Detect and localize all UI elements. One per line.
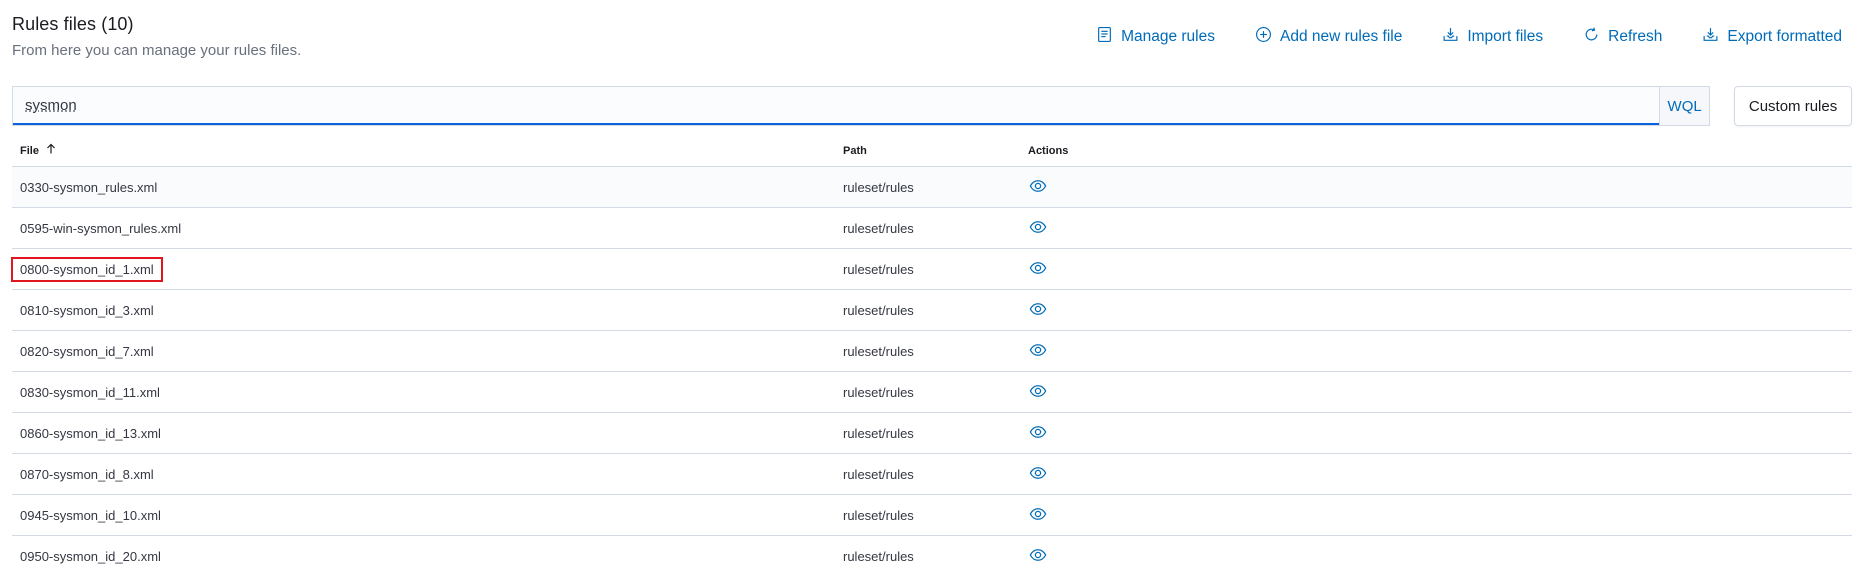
file-cell: 0800-sysmon_id_1.xml <box>11 256 843 282</box>
table-row[interactable]: 0945-sysmon_id_10.xml ruleset/rules <box>12 495 1852 536</box>
file-name: 0330-sysmon_rules.xml <box>20 179 158 195</box>
path-cell: ruleset/rules <box>843 343 914 359</box>
file-name: 0830-sysmon_id_11.xml <box>20 384 160 400</box>
file-name: 0950-sysmon_id_20.xml <box>20 548 161 564</box>
export-icon <box>1702 26 1719 48</box>
view-eye-icon[interactable] <box>1028 299 1048 319</box>
view-eye-icon[interactable] <box>1028 422 1048 442</box>
rules-files-table: File Path Actions 0330-sysmon_rules.xmlr… <box>11 135 1852 576</box>
actions-cell <box>1028 258 1852 280</box>
search-input[interactable] <box>13 87 1660 125</box>
page-subtitle: From here you can manage your rules file… <box>12 42 302 59</box>
column-header-file-label: File <box>20 144 39 157</box>
document-list-icon <box>1096 26 1113 48</box>
import-files-button[interactable]: Import files <box>1442 26 1543 48</box>
actions-cell <box>1028 504 1852 526</box>
page-title: Rules files (10) <box>12 14 134 34</box>
plus-circle-icon <box>1255 26 1272 48</box>
wql-button[interactable]: WQL <box>1659 87 1710 125</box>
column-header-file[interactable]: File <box>12 143 843 158</box>
actions-cell <box>1028 381 1852 403</box>
refresh-icon <box>1583 26 1600 48</box>
table-row[interactable]: 0595-win-sysmon_rules.xml ruleset/rules <box>12 208 1852 249</box>
actions-cell <box>1028 176 1852 198</box>
actions-cell <box>1028 340 1852 362</box>
table-row[interactable]: 0800-sysmon_id_1.xml ruleset/rules <box>11 249 1852 290</box>
search-bar: WQL <box>12 86 1711 126</box>
table-row[interactable]: 0860-sysmon_id_13.xml ruleset/rules <box>12 413 1852 454</box>
file-cell: 0595-win-sysmon_rules.xml <box>12 218 843 239</box>
path-cell: ruleset/rules <box>843 548 914 564</box>
table-row[interactable]: 0820-sysmon_id_7.xml ruleset/rules <box>12 331 1852 372</box>
path-cell: ruleset/rules <box>843 507 914 523</box>
path-cell: ruleset/rules <box>843 261 914 277</box>
file-name: 0870-sysmon_id_8.xml <box>20 466 154 482</box>
table-row[interactable]: 0830-sysmon_id_11.xml ruleset/rules <box>12 372 1852 413</box>
view-eye-icon[interactable] <box>1028 504 1048 524</box>
page-header: Rules files (10) From here you can manag… <box>12 0 1852 86</box>
column-header-actions: Actions <box>1028 144 1069 157</box>
actions-cell <box>1028 545 1852 567</box>
export-formatted-button[interactable]: Export formatted <box>1702 26 1842 48</box>
actions-cell <box>1028 299 1852 321</box>
table-row[interactable]: 0870-sysmon_id_8.xml ruleset/rules <box>12 454 1852 495</box>
file-cell: 0945-sysmon_id_10.xml <box>12 505 843 526</box>
file-cell: 0810-sysmon_id_3.xml <box>12 300 843 321</box>
path-cell: ruleset/rules <box>843 466 914 482</box>
refresh-label: Refresh <box>1608 28 1663 45</box>
file-name: 0945-sysmon_id_10.xml <box>20 507 161 523</box>
add-new-rules-file-button[interactable]: Add new rules file <box>1255 26 1402 48</box>
file-cell: 0830-sysmon_id_11.xml <box>12 382 843 403</box>
column-header-path: Path <box>843 144 867 157</box>
table-header: File Path Actions <box>12 135 1852 167</box>
manage-rules-label: Manage rules <box>1121 28 1215 45</box>
rules-files-page: Rules files (10) From here you can manag… <box>0 0 1862 576</box>
file-cell: 0330-sysmon_rules.xml <box>12 177 843 198</box>
file-cell: 0860-sysmon_id_13.xml <box>12 423 843 444</box>
header-actions: Manage rules Add new rules file Import f… <box>1056 26 1842 48</box>
export-formatted-label: Export formatted <box>1727 28 1842 45</box>
file-cell: 0950-sysmon_id_20.xml <box>12 546 843 567</box>
path-cell: ruleset/rules <box>843 302 914 318</box>
view-eye-icon[interactable] <box>1028 340 1048 360</box>
file-cell: 0870-sysmon_id_8.xml <box>12 464 843 485</box>
file-name: 0820-sysmon_id_7.xml <box>20 343 154 359</box>
path-cell: ruleset/rules <box>843 425 914 441</box>
file-name: 0800-sysmon_id_1.xml <box>11 256 163 282</box>
table-row[interactable]: 0810-sysmon_id_3.xml ruleset/rules <box>12 290 1852 331</box>
file-name: 0810-sysmon_id_3.xml <box>20 302 154 318</box>
import-files-label: Import files <box>1467 28 1544 45</box>
view-eye-icon[interactable] <box>1028 381 1048 401</box>
actions-cell <box>1028 217 1852 239</box>
view-eye-icon[interactable] <box>1028 463 1048 483</box>
refresh-button[interactable]: Refresh <box>1583 26 1662 48</box>
table-row[interactable]: 0950-sysmon_id_20.xml ruleset/rules <box>12 536 1852 576</box>
view-eye-icon[interactable] <box>1028 545 1048 565</box>
file-name: 0860-sysmon_id_13.xml <box>20 425 161 441</box>
view-eye-icon[interactable] <box>1028 176 1048 196</box>
table-body: 0330-sysmon_rules.xml ruleset/rules 0595-w… <box>11 167 1852 576</box>
view-eye-icon[interactable] <box>1028 217 1048 237</box>
actions-cell <box>1028 422 1852 444</box>
actions-cell <box>1028 463 1852 485</box>
view-eye-icon[interactable] <box>1028 258 1048 278</box>
import-icon <box>1442 26 1459 48</box>
path-cell: ruleset/rules <box>843 384 914 400</box>
file-cell: 0820-sysmon_id_7.xml <box>12 341 843 362</box>
path-cell: ruleset/rules <box>843 179 914 195</box>
search-row: WQL Custom rules <box>12 86 1852 126</box>
custom-rules-button[interactable]: Custom rules <box>1734 86 1852 126</box>
table-row[interactable]: 0330-sysmon_rules.xml ruleset/rules <box>12 167 1852 208</box>
file-name: 0595-win-sysmon_rules.xml <box>20 220 182 236</box>
path-cell: ruleset/rules <box>843 220 914 236</box>
add-new-rules-file-label: Add new rules file <box>1279 28 1403 45</box>
sort-ascending-icon <box>45 143 57 158</box>
manage-rules-button[interactable]: Manage rules <box>1096 26 1215 48</box>
